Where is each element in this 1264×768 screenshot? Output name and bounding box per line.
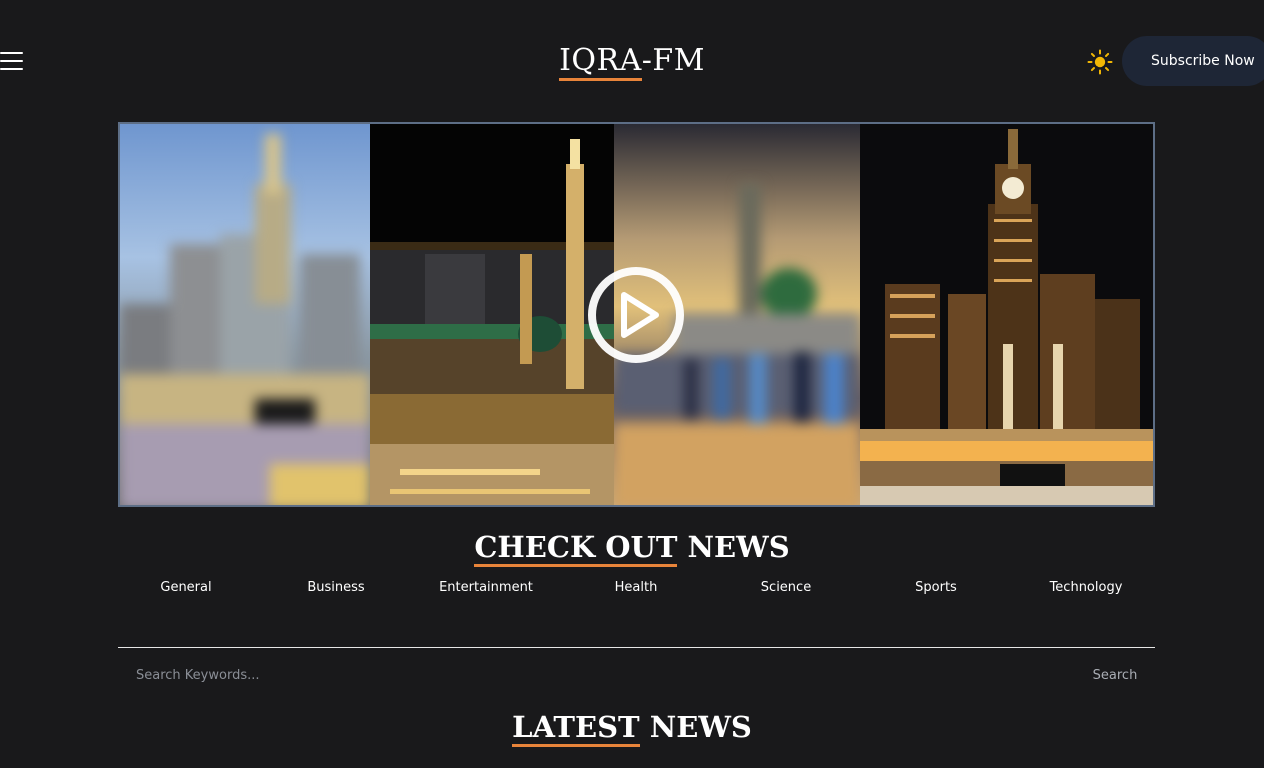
theme-toggle-button[interactable] xyxy=(1087,49,1113,75)
logo-part1: IQRA xyxy=(559,43,642,81)
hero-image-mosque-night xyxy=(370,124,614,505)
subscribe-button[interactable]: Subscribe Now xyxy=(1122,36,1264,86)
category-business[interactable]: Business xyxy=(261,580,411,595)
category-science[interactable]: Science xyxy=(711,580,861,595)
search-input[interactable] xyxy=(118,660,1068,690)
category-health[interactable]: Health xyxy=(561,580,711,595)
category-sports[interactable]: Sports xyxy=(861,580,1011,595)
latest-title-part2: NEWS xyxy=(639,710,752,744)
play-video-button[interactable] xyxy=(584,263,688,367)
news-category-tabs: General Business Entertainment Health Sc… xyxy=(111,580,1161,595)
news-title-part2: NEWS xyxy=(677,530,790,564)
category-technology[interactable]: Technology xyxy=(1011,580,1161,595)
hero-image-clock-tower-night xyxy=(860,124,1153,505)
section-divider xyxy=(118,647,1155,648)
latest-news-title: LATEST NEWS xyxy=(0,710,1264,747)
search-button[interactable]: Search xyxy=(1080,662,1150,688)
site-logo[interactable]: IQRA-FM xyxy=(0,43,1264,81)
latest-title-part1: LATEST xyxy=(512,710,640,747)
play-icon xyxy=(588,267,684,363)
hero-image-clock-tower-blurred xyxy=(120,124,370,505)
sun-icon xyxy=(1087,49,1113,75)
news-title-part1: CHECK OUT xyxy=(474,530,678,567)
logo-part2: -FM xyxy=(641,43,705,78)
category-entertainment[interactable]: Entertainment xyxy=(411,580,561,595)
news-section-title: CHECK OUT NEWS xyxy=(0,530,1264,567)
category-general[interactable]: General xyxy=(111,580,261,595)
